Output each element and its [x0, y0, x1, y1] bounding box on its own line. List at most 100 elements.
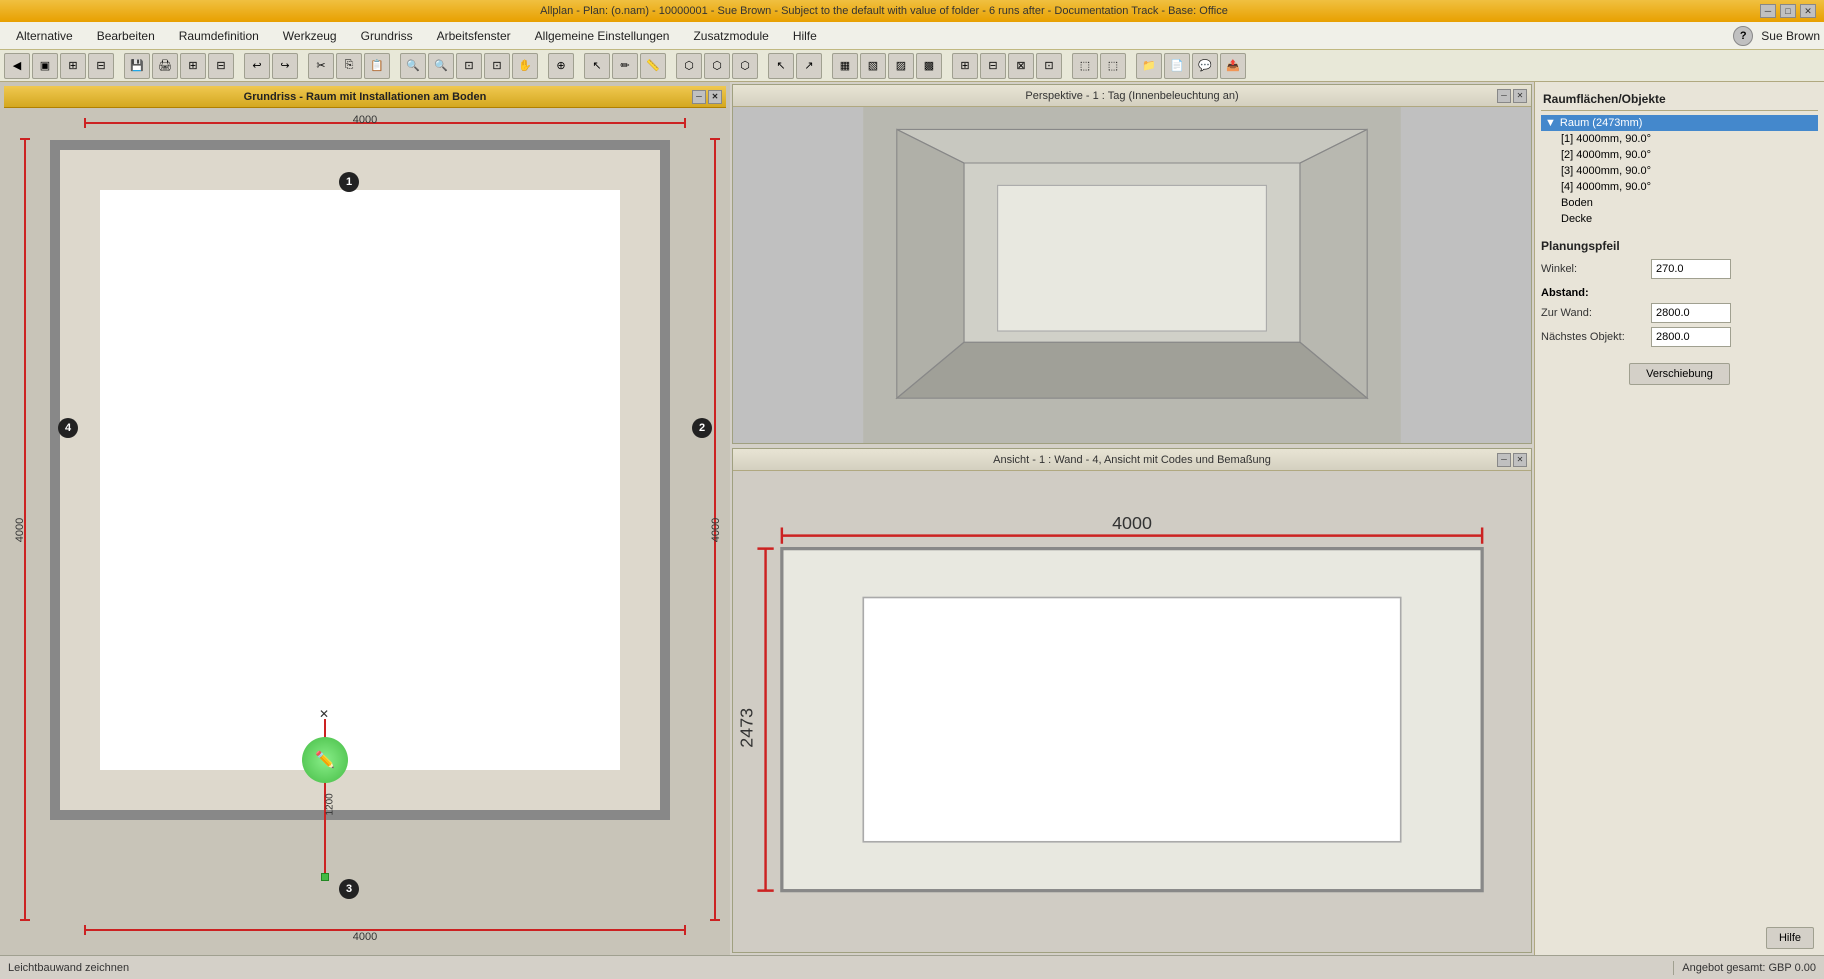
pan-button[interactable]: ✋	[512, 53, 538, 79]
tree-item-boden[interactable]: Boden	[1541, 195, 1818, 211]
naechstes-obj-input[interactable]	[1651, 327, 1731, 347]
tree-item-wall-1[interactable]: [1] 4000mm, 90.0°	[1541, 131, 1818, 147]
perspective-controls[interactable]: ─ ✕	[1497, 89, 1527, 103]
wall-svg: 4000 2473	[733, 471, 1531, 952]
room-inner-area[interactable]	[100, 190, 620, 770]
file-button-2[interactable]: 📄	[1164, 53, 1190, 79]
naechstes-obj-label: Nächstes Objekt:	[1541, 331, 1651, 343]
abstand-header: Abstand:	[1541, 287, 1818, 299]
tree-item-decke[interactable]: Decke	[1541, 211, 1818, 227]
copy-button[interactable]: ⎘	[336, 53, 362, 79]
perspective-title-bar: Perspektive - 1 : Tag (Innenbeleuchtung …	[733, 85, 1531, 107]
redo-button[interactable]: ↪	[272, 53, 298, 79]
wall-view-controls[interactable]: ─ ✕	[1497, 453, 1527, 467]
window-normal-button[interactable]: ▣	[32, 53, 58, 79]
zoom-in-button[interactable]: 🔍	[400, 53, 426, 79]
menu-zusatzmodule[interactable]: Zusatzmodule	[681, 25, 780, 47]
floorplan-controls[interactable]: ─ ✕	[692, 90, 722, 104]
fp-minimize[interactable]: ─	[692, 90, 706, 104]
extra-button-1[interactable]: ⬚	[1072, 53, 1098, 79]
user-name: Sue Brown	[1761, 29, 1820, 43]
undo-button[interactable]: ↩	[244, 53, 270, 79]
obj-button-2[interactable]: ⬡	[704, 53, 730, 79]
zoom-fit-button[interactable]: ⊡	[456, 53, 482, 79]
menu-grundriss[interactable]: Grundriss	[349, 25, 425, 47]
perspective-canvas[interactable]	[733, 107, 1531, 443]
back-button[interactable]: ◀	[4, 53, 30, 79]
arrow-button[interactable]: ↖	[768, 53, 794, 79]
cursor-green-circle[interactable]: ✏️	[302, 737, 348, 783]
winkel-input[interactable]	[1651, 259, 1731, 279]
window-controls[interactable]: ─ □ ✕	[1760, 4, 1816, 18]
menu-bearbeiten[interactable]: Bearbeiten	[85, 25, 167, 47]
zur-wand-input[interactable]	[1651, 303, 1731, 323]
transform-button-2[interactable]: ⊟	[980, 53, 1006, 79]
menu-werkzeug[interactable]: Werkzeug	[271, 25, 349, 47]
cursor-x-marker: ✕	[319, 707, 329, 721]
file-button-4[interactable]: 📤	[1220, 53, 1246, 79]
menu-hilfe[interactable]: Hilfe	[781, 25, 829, 47]
tree-item-raum[interactable]: ▼ Raum (2473mm)	[1541, 115, 1818, 131]
obj-button-3[interactable]: ⬡	[732, 53, 758, 79]
plan-button-4[interactable]: ▩	[916, 53, 942, 79]
abstand-label: Abstand:	[1541, 287, 1589, 299]
file-button-1[interactable]: 📁	[1136, 53, 1162, 79]
planning-section: Planungspfeil Winkel: Abstand: Zur Wand:…	[1541, 239, 1818, 385]
paste-button[interactable]: 📋	[364, 53, 390, 79]
window-layout-button[interactable]: ⊟	[88, 53, 114, 79]
help-icon-button[interactable]: ?	[1733, 26, 1753, 46]
menu-allgemeine-einstellungen[interactable]: Allgemeine Einstellungen	[523, 25, 682, 47]
zur-wand-label: Zur Wand:	[1541, 307, 1651, 319]
extra-button-2[interactable]: ⬚	[1100, 53, 1126, 79]
close-button[interactable]: ✕	[1800, 4, 1816, 18]
persp-close[interactable]: ✕	[1513, 89, 1527, 103]
tree-item-wall-3[interactable]: [3] 4000mm, 90.0°	[1541, 163, 1818, 179]
persp-minimize[interactable]: ─	[1497, 89, 1511, 103]
draw-button[interactable]: ✏	[612, 53, 638, 79]
transform-button-1[interactable]: ⊞	[952, 53, 978, 79]
menu-raumdefinition[interactable]: Raumdefinition	[167, 25, 271, 47]
cut-button[interactable]: ✂	[308, 53, 334, 79]
window-split-button[interactable]: ⊞	[60, 53, 86, 79]
maximize-button[interactable]: □	[1780, 4, 1796, 18]
app-title: Allplan - Plan: (o.nam) - 10000001 - Sue…	[8, 5, 1760, 17]
menu-arbeitsfenster[interactable]: Arbeitsfenster	[425, 25, 523, 47]
select-button[interactable]: ↖	[584, 53, 610, 79]
tree-arrow-icon: ▼	[1545, 117, 1556, 129]
tree-item-wall-4[interactable]: [4] 4000mm, 90.0°	[1541, 179, 1818, 195]
dim-right-top-tick	[710, 138, 720, 140]
plan-button-2[interactable]: ▧	[860, 53, 886, 79]
wall-number-4: 4	[58, 418, 78, 438]
view-button-2[interactable]: ⊟	[208, 53, 234, 79]
snap-button[interactable]: ⊕	[548, 53, 574, 79]
zoom-window-button[interactable]: ⊡	[484, 53, 510, 79]
select2-button[interactable]: ↗	[796, 53, 822, 79]
view-button-1[interactable]: ⊞	[180, 53, 206, 79]
fp-close[interactable]: ✕	[708, 90, 722, 104]
save-button[interactable]: 💾	[124, 53, 150, 79]
measure-button[interactable]: 📏	[640, 53, 666, 79]
obj-button-1[interactable]: ⬡	[676, 53, 702, 79]
wall-close[interactable]: ✕	[1513, 453, 1527, 467]
room-outer-wall[interactable]	[50, 140, 670, 820]
winkel-label: Winkel:	[1541, 263, 1651, 275]
floorplan-canvas[interactable]: 4000 4000 4000 4000	[4, 108, 726, 951]
plan-button-1[interactable]: ▦	[832, 53, 858, 79]
wall-view-title-text: Ansicht - 1 : Wand - 4, Ansicht mit Code…	[993, 454, 1271, 466]
status-bar: Leichtbauwand zeichnen Angebot gesamt: G…	[0, 955, 1824, 979]
print-button[interactable]: 🖨	[152, 53, 178, 79]
transform-button-4[interactable]: ⊡	[1036, 53, 1062, 79]
winkel-row: Winkel:	[1541, 259, 1818, 279]
wall-minimize[interactable]: ─	[1497, 453, 1511, 467]
wall-canvas[interactable]: 4000 2473	[733, 471, 1531, 952]
tree-item-wall-2[interactable]: [2] 4000mm, 90.0°	[1541, 147, 1818, 163]
sidebar-help-button[interactable]: Hilfe	[1766, 927, 1814, 949]
pencil-icon: ✏️	[315, 750, 335, 770]
zoom-out-button[interactable]: 🔍	[428, 53, 454, 79]
plan-button-3[interactable]: ▨	[888, 53, 914, 79]
verschiebung-button[interactable]: Verschiebung	[1629, 363, 1730, 385]
transform-button-3[interactable]: ⊠	[1008, 53, 1034, 79]
file-button-3[interactable]: 💬	[1192, 53, 1218, 79]
menu-alternative[interactable]: Alternative	[4, 25, 85, 47]
minimize-button[interactable]: ─	[1760, 4, 1776, 18]
